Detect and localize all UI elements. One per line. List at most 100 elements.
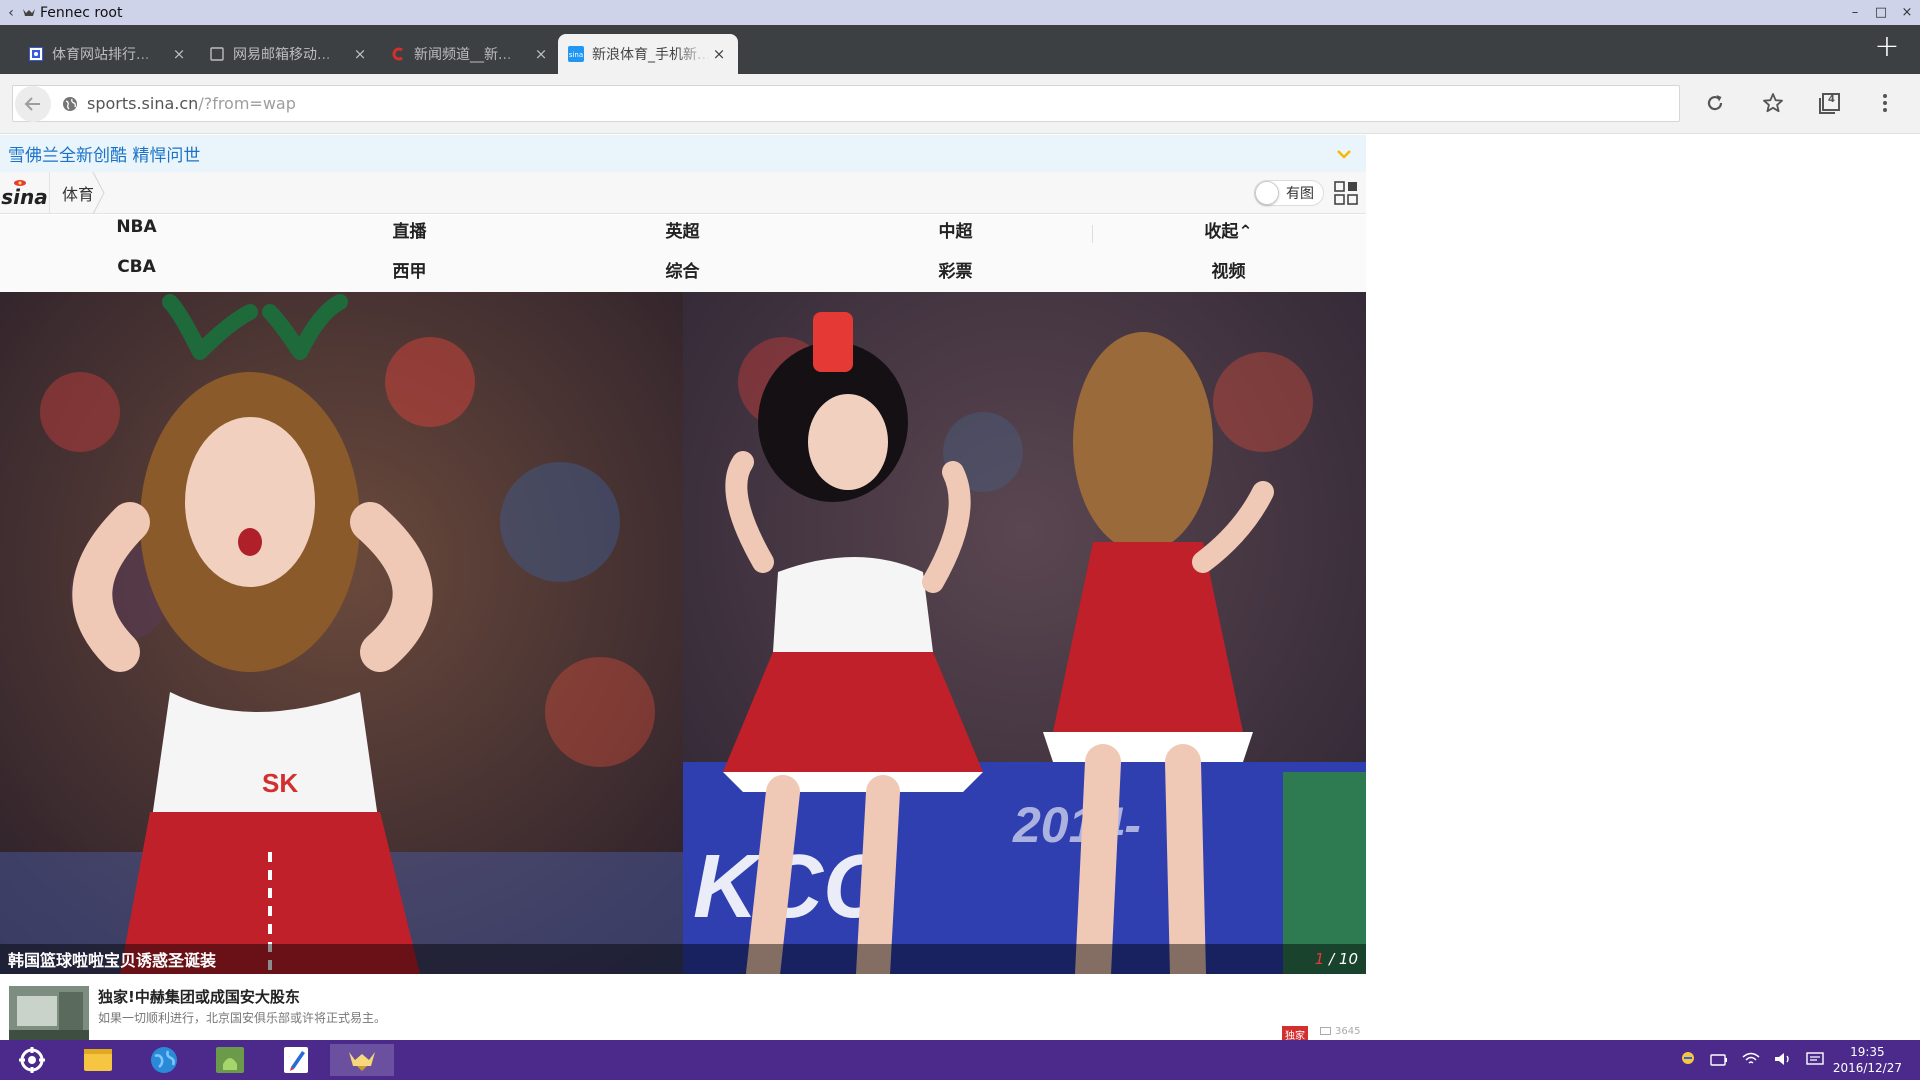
tab-netease-mail[interactable]: 网易邮箱移动... × (199, 34, 379, 74)
gallery-photo-right[interactable]: KCC 2014- (683, 292, 1366, 974)
fennec-app-icon (22, 6, 36, 20)
gallery-caption: 韩国篮球啦啦宝贝诱惑圣诞装 1 / 10 (0, 944, 1366, 974)
ranking-favicon-icon (28, 46, 44, 62)
blank-page-favicon-icon (209, 46, 225, 62)
pencil-note-icon (284, 1047, 308, 1073)
comment-count-value: 3645 (1335, 1026, 1361, 1037)
photo-gallery[interactable]: SK KCC 2014- 韩国篮球啦啦宝贝诱惑圣诞装 1 / 10 (0, 292, 1366, 974)
tab-label: 网易邮箱移动... (233, 47, 331, 63)
gallery-caption-text: 韩国篮球啦啦宝贝诱惑圣诞装 (8, 951, 217, 970)
chevron-down-icon (1337, 150, 1351, 159)
tab-close-icon[interactable]: × (351, 45, 369, 63)
image-mode-toggle[interactable]: 有图 (1254, 180, 1324, 206)
fennec-app-icon (349, 1052, 375, 1071)
url-text: sports.sina.cn/?from=wap (87, 94, 296, 113)
nav-lottery[interactable]: 彩票 (819, 257, 1092, 282)
tab-ranking[interactable]: 体育网站排行... × (18, 34, 198, 74)
menu-button[interactable] (1870, 88, 1900, 118)
ad-banner[interactable]: 雪佛兰全新创酷 精悍问世 (0, 135, 1366, 172)
breadcrumb-sports[interactable]: 体育 (62, 181, 94, 205)
news-thumbnail[interactable] (9, 986, 89, 1040)
comment-count: 3645 (1320, 1026, 1360, 1037)
folder-icon (84, 1049, 112, 1071)
ad-text[interactable]: 雪佛兰全新创酷 精悍问世 (8, 141, 200, 166)
sina-logo-text: sina (1, 184, 48, 209)
channel-nav: NBA 直播 英超 中超 收起⌃ CBA 西甲 综合 彩票 视频 (0, 215, 1366, 293)
star-icon (1763, 93, 1783, 113)
nav-collapse[interactable]: 收起⌃ (1092, 217, 1365, 242)
nav-cba[interactable]: CBA (0, 257, 273, 277)
tab-news-channel[interactable]: 新闻频道__新... × (380, 34, 560, 74)
window-title: Fennec root (40, 4, 123, 21)
tab-switcher-button[interactable]: 4 (1815, 88, 1845, 118)
globe-icon[interactable] (61, 95, 79, 113)
tab-close-icon[interactable]: × (532, 45, 550, 63)
android-icon (216, 1047, 244, 1073)
news-title[interactable]: 独家!中赫集团或成国安大股东 (98, 986, 300, 1007)
news-c-favicon-icon (390, 46, 406, 62)
android-app[interactable] (214, 1044, 246, 1076)
browser-app[interactable] (148, 1044, 180, 1076)
input-method-icon[interactable] (1680, 1050, 1696, 1070)
more-vert-icon (1883, 94, 1887, 112)
svg-text:2014-: 2014- (1012, 797, 1141, 853)
browser-toolbar: sports.sina.cn/?from=wap 4 (0, 74, 1920, 134)
nav-general[interactable]: 综合 (546, 257, 819, 282)
nav-live[interactable]: 直播 (273, 217, 546, 242)
notification-icon[interactable] (1806, 1051, 1824, 1070)
notes-app[interactable] (280, 1044, 312, 1076)
url-path: /?from=wap (198, 94, 296, 113)
close-window-button[interactable]: × (1894, 0, 1920, 25)
nav-premier-league[interactable]: 英超 (546, 217, 819, 242)
nav-csl[interactable]: 中超 (819, 217, 1092, 242)
window-titlebar: ‹ Fennec root – □ × (0, 0, 1920, 25)
image-toggle-label: 有图 (1286, 186, 1314, 202)
url-host: sports.sina.cn (87, 94, 199, 113)
arrow-left-icon (24, 96, 40, 111)
tab-strip: 体育网站排行... × 网易邮箱移动... × 新闻频道__新... × sin… (0, 25, 1920, 74)
globe-app-icon (151, 1047, 177, 1073)
window-back-button[interactable]: ‹ (0, 5, 22, 21)
clock-time: 19:35 (1850, 1045, 1885, 1059)
gallery-total: / 10 (1329, 950, 1358, 968)
news-list-item[interactable]: 独家!中赫集团或成国安大股东 如果一切顺利进行，北京国安俱乐部或许将正式易主。 … (0, 974, 1366, 1040)
reload-icon (1707, 95, 1723, 111)
maximize-button[interactable]: □ (1868, 0, 1894, 25)
fennec-taskbar-app[interactable] (330, 1044, 394, 1076)
tab-close-icon[interactable]: × (170, 45, 188, 63)
address-bar[interactable]: sports.sina.cn/?from=wap (12, 85, 1680, 122)
tab-label: 新浪体育_手机新... (592, 47, 710, 63)
back-button[interactable] (15, 85, 51, 122)
sina-logo[interactable]: sina (0, 171, 50, 214)
nav-la-liga[interactable]: 西甲 (273, 257, 546, 282)
grid-menu-icon (1334, 181, 1358, 205)
start-logo-icon (19, 1047, 45, 1073)
gallery-photo-left[interactable]: SK (0, 292, 683, 974)
svg-text:sina: sina (569, 51, 583, 59)
new-tab-button[interactable]: + (1872, 32, 1902, 63)
taskbar-clock[interactable]: 19:35 2016/12/27 (1833, 1044, 1902, 1076)
tab-close-icon[interactable]: × (710, 45, 728, 63)
wifi-icon[interactable] (1742, 1051, 1760, 1070)
tab-label: 体育网站排行... (52, 47, 150, 63)
volume-icon[interactable] (1774, 1051, 1792, 1070)
reload-button[interactable] (1700, 88, 1730, 118)
file-manager-app[interactable] (82, 1044, 114, 1076)
exclusive-badge: 独家 (1282, 1026, 1308, 1040)
nav-nba[interactable]: NBA (0, 217, 273, 237)
sina-favicon-icon: sina (568, 46, 584, 62)
bookmark-button[interactable] (1758, 88, 1788, 118)
tab-sina-sports[interactable]: sina 新浪体育_手机新... × (558, 34, 738, 74)
comment-icon (1320, 1026, 1331, 1035)
window-controls: – □ × (1842, 0, 1920, 25)
breadcrumb-separator-icon (92, 172, 105, 214)
minimize-button[interactable]: – (1842, 0, 1868, 25)
battery-icon[interactable] (1710, 1051, 1728, 1070)
tab-count: 4 (1828, 94, 1835, 105)
clock-date: 2016/12/27 (1832, 1061, 1902, 1075)
nav-video[interactable]: 视频 (1092, 257, 1365, 282)
sina-eye-icon (14, 179, 26, 186)
web-content: 雪佛兰全新创酷 精悍问世 sina 体育 有图 NBA 直播 英超 中超 收起⌃… (0, 135, 1366, 1040)
site-header: sina 体育 有图 (0, 171, 1366, 214)
start-button[interactable] (16, 1044, 48, 1076)
